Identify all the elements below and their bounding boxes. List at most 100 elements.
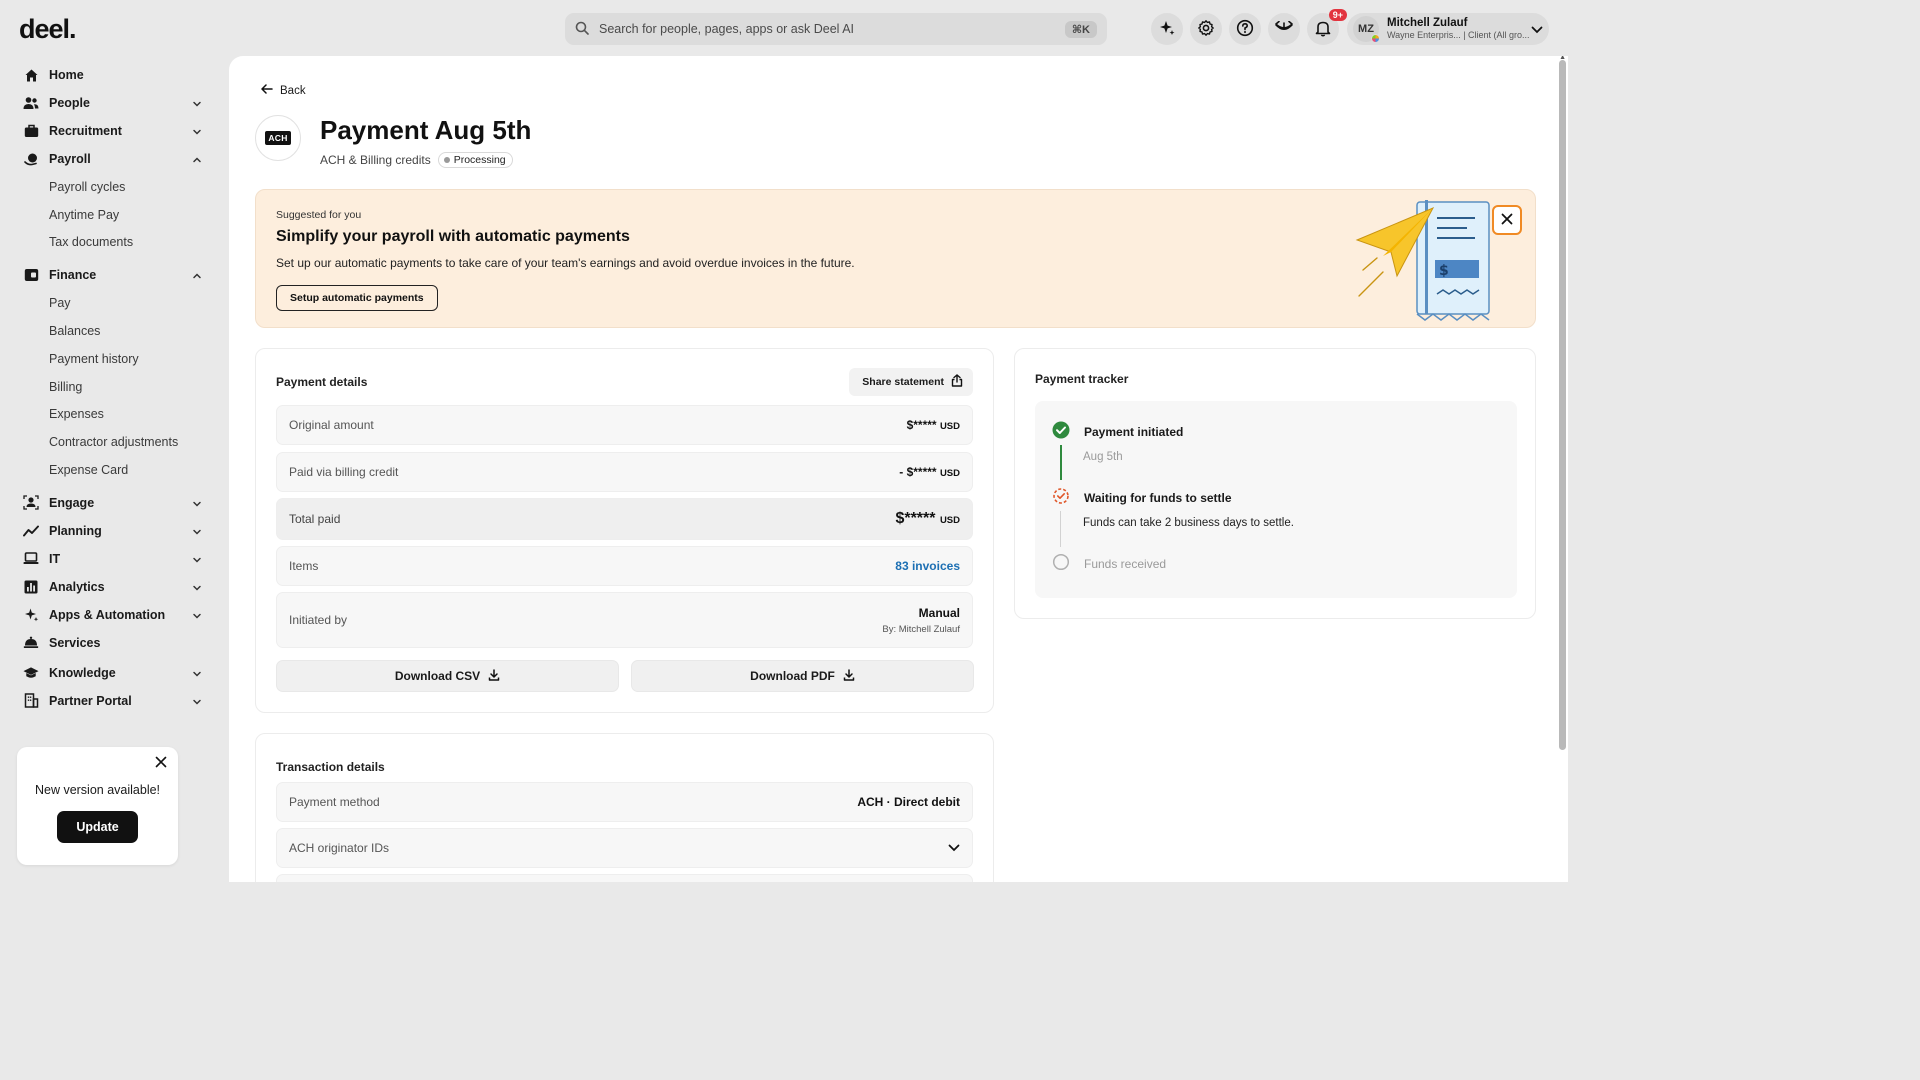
org-logo-icon <box>1371 34 1380 43</box>
chevron-down-icon <box>948 841 960 855</box>
card-title: Payment tracker <box>1035 372 1129 386</box>
payment-method-value: ACH · Direct debit <box>857 795 960 809</box>
currency-code: USD <box>939 468 960 479</box>
update-notice: New version available! Update <box>17 747 178 865</box>
bell-icon <box>1314 19 1332 40</box>
sidebar-item-anytime-pay[interactable]: Anytime Pay <box>0 201 220 229</box>
total-paid-value: $***** USD <box>895 510 960 528</box>
sidebar-item-apps-automation[interactable]: Apps & Automation <box>0 601 220 629</box>
sidebar-item-label: People <box>49 96 90 110</box>
amount-masked: - $***** <box>899 465 937 479</box>
page-title: Payment Aug 5th <box>320 115 532 145</box>
chevron-down-icon <box>1531 22 1543 37</box>
sidebar-item-label: Planning <box>49 523 102 538</box>
sidebar-item-people[interactable]: People <box>0 89 220 117</box>
sidebar-item-balances[interactable]: Balances <box>0 317 220 345</box>
sidebar-item-label: Recruitment <box>49 124 122 138</box>
wallet-icon <box>23 267 39 283</box>
notification-count-badge: 9+ <box>1328 9 1347 21</box>
gear-icon <box>1197 19 1215 40</box>
engage-icon <box>23 495 39 511</box>
home-icon <box>23 67 39 83</box>
user-name: Mitchell Zulauf <box>1387 17 1468 30</box>
tracker-timeline: Payment initiated Aug 5th Waiting for fu… <box>1035 401 1517 598</box>
row-label: Paid via billing credit <box>289 465 399 479</box>
sidebar-item-contractor-adjustments[interactable]: Contractor adjustments <box>0 428 220 456</box>
search-icon <box>575 21 589 38</box>
row-label: Payment method <box>289 795 380 809</box>
sparkle-icon <box>1158 19 1176 40</box>
avatar: MZ <box>1353 16 1380 43</box>
scrollbar-thumb[interactable] <box>1559 60 1566 750</box>
people-icon <box>23 95 39 111</box>
ach-originator-ids-row[interactable]: ACH originator IDs <box>276 828 973 868</box>
timeline-connector-complete <box>1060 445 1062 480</box>
update-button[interactable]: Update <box>57 811 138 843</box>
billing-credit-row: Paid via billing credit - $***** USD <box>276 452 973 492</box>
payment-source: ACH & Billing credits <box>320 153 431 167</box>
settings-button[interactable] <box>1190 13 1222 45</box>
chevron-down-icon <box>192 526 202 536</box>
sidebar-item-payment-history[interactable]: Payment history <box>0 345 220 373</box>
amount-masked: $***** <box>895 510 936 527</box>
hide-sensitive-button[interactable] <box>1268 13 1300 45</box>
banner-eyebrow: Suggested for you <box>276 209 362 221</box>
sidebar-item-home[interactable]: Home <box>0 61 220 89</box>
billing-credit-value: - $***** USD <box>899 465 960 479</box>
search-placeholder: Search for people, pages, apps or ask De… <box>599 22 855 36</box>
card-title: Payment details <box>276 375 368 389</box>
sidebar-item-recruitment[interactable]: Recruitment <box>0 117 220 145</box>
download-pdf-button[interactable]: Download PDF <box>631 660 974 692</box>
user-menu[interactable]: MZ Mitchell Zulauf Wayne Enterpris... | … <box>1347 13 1549 45</box>
help-button[interactable] <box>1229 13 1261 45</box>
briefcase-icon <box>23 123 39 139</box>
back-link[interactable]: Back <box>261 84 306 97</box>
invoice-paper-plane-illustration: $ <box>1355 196 1505 327</box>
download-csv-button[interactable]: Download CSV <box>276 660 619 692</box>
sidebar-item-tax-documents[interactable]: Tax documents <box>0 229 220 257</box>
automatic-payments-banner: Suggested for you Simplify your payroll … <box>255 189 1536 328</box>
sidebar-item-services[interactable]: Services <box>0 629 220 657</box>
sidebar-item-partner-portal[interactable]: Partner Portal <box>0 687 220 715</box>
share-statement-button[interactable]: Share statement <box>849 368 973 396</box>
sparkle-icon <box>23 607 39 623</box>
invoices-link[interactable]: 83 invoices <box>895 559 960 573</box>
sidebar-item-expenses[interactable]: Expenses <box>0 401 220 429</box>
total-paid-row: Total paid $***** USD <box>276 498 973 540</box>
tracker-step-waiting: Waiting for funds to settle <box>1052 487 1232 508</box>
sidebar-item-analytics[interactable]: Analytics <box>0 573 220 601</box>
chevron-down-icon <box>192 610 202 620</box>
setup-automatic-payments-button[interactable]: Setup automatic payments <box>276 285 438 311</box>
scroll-up-arrow-icon[interactable]: ▲ <box>1559 56 1566 61</box>
ai-sparkle-button[interactable] <box>1151 13 1183 45</box>
sidebar-item-label: Apps & Automation <box>49 607 166 622</box>
empty-circle-icon <box>1052 553 1070 574</box>
amount-masked: $***** <box>906 418 937 432</box>
step-title: Funds received <box>1084 556 1167 571</box>
close-icon <box>1501 213 1513 228</box>
step-title: Payment initiated <box>1084 424 1184 439</box>
update-message: New version available! <box>34 783 161 797</box>
payment-details-card: Payment details Share statement Original… <box>255 348 994 713</box>
sidebar-item-pay[interactable]: Pay <box>0 289 220 317</box>
chevron-down-icon <box>192 668 202 678</box>
svg-text:$: $ <box>1439 263 1449 279</box>
sidebar-item-it[interactable]: IT <box>0 545 220 573</box>
sidebar-item-finance[interactable]: Finance <box>0 261 220 289</box>
close-icon[interactable] <box>155 756 167 771</box>
sidebar-item-expense-card[interactable]: Expense Card <box>0 456 220 484</box>
sidebar-item-knowledge[interactable]: Knowledge <box>0 659 220 687</box>
sidebar-item-payroll-cycles[interactable]: Payroll cycles <box>0 173 220 201</box>
user-org-subtitle: Wayne Enterpris... | Client (All gro... <box>1387 30 1530 41</box>
avatar-initials: MZ <box>1358 23 1374 35</box>
sidebar-item-payroll[interactable]: Payroll <box>0 145 220 173</box>
deel-logo[interactable]: deel. <box>19 14 77 45</box>
sidebar-item-label: Analytics <box>49 579 105 594</box>
sidebar-item-billing[interactable]: Billing <box>0 373 220 401</box>
sidebar-item-engage[interactable]: Engage <box>0 489 220 517</box>
share-icon <box>951 374 963 390</box>
sidebar-item-planning[interactable]: Planning <box>0 517 220 545</box>
global-search-bar[interactable]: Search for people, pages, apps or ask De… <box>565 13 1107 45</box>
close-banner-button[interactable] <box>1492 205 1522 235</box>
notifications-button[interactable]: 9+ <box>1307 9 1347 45</box>
